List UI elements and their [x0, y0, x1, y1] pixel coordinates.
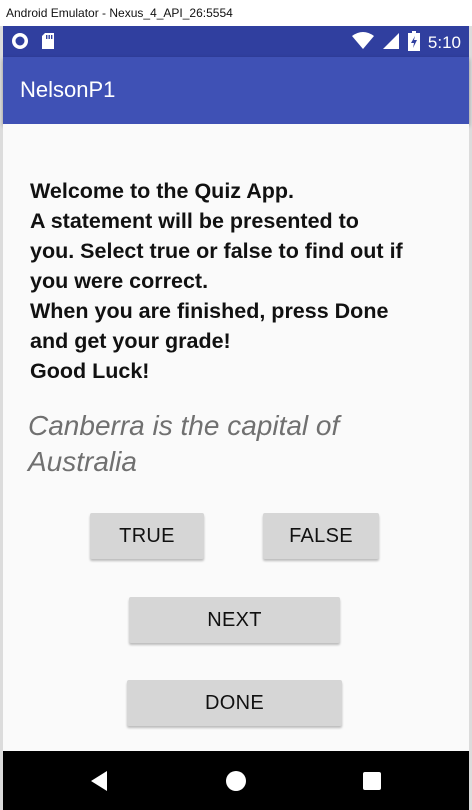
emulator-window-title: Android Emulator - Nexus_4_API_26:5554 — [0, 0, 472, 26]
navigation-bar — [3, 751, 469, 810]
cell-signal-icon — [382, 32, 400, 54]
false-button[interactable]: FALSE — [263, 513, 379, 559]
welcome-text: Welcome to the Quiz App. A statement wil… — [30, 176, 450, 386]
recent-apps-icon[interactable] — [362, 771, 382, 795]
done-button[interactable]: DONE — [127, 680, 342, 726]
question-text: Canberra is the capital of Australia — [28, 410, 340, 477]
welcome-line: you. Select true or false to find out if — [30, 239, 403, 263]
status-bar: 5:10 — [3, 26, 469, 57]
back-icon[interactable] — [89, 770, 109, 796]
app-title: NelsonP1 — [20, 77, 116, 102]
app-bar: NelsonP1 — [3, 57, 469, 124]
battery-charging-icon — [407, 31, 420, 55]
circle-notification-icon — [11, 32, 29, 54]
home-icon[interactable] — [225, 770, 247, 796]
status-time: 5:10 — [427, 33, 461, 52]
next-button[interactable]: NEXT — [129, 597, 340, 643]
true-button[interactable]: TRUE — [90, 513, 204, 559]
welcome-line: A statement will be presented to — [30, 209, 359, 233]
sd-card-icon — [41, 32, 55, 54]
welcome-line: When you are finished, press Done — [30, 299, 389, 323]
wifi-icon — [351, 32, 374, 54]
welcome-line: Welcome to the Quiz App. — [30, 179, 294, 203]
welcome-line: and get your grade! — [30, 329, 231, 353]
main-content: Welcome to the Quiz App. A statement wil… — [3, 124, 469, 751]
welcome-line: Good Luck! — [30, 359, 150, 383]
welcome-line: you were correct. — [30, 269, 209, 293]
